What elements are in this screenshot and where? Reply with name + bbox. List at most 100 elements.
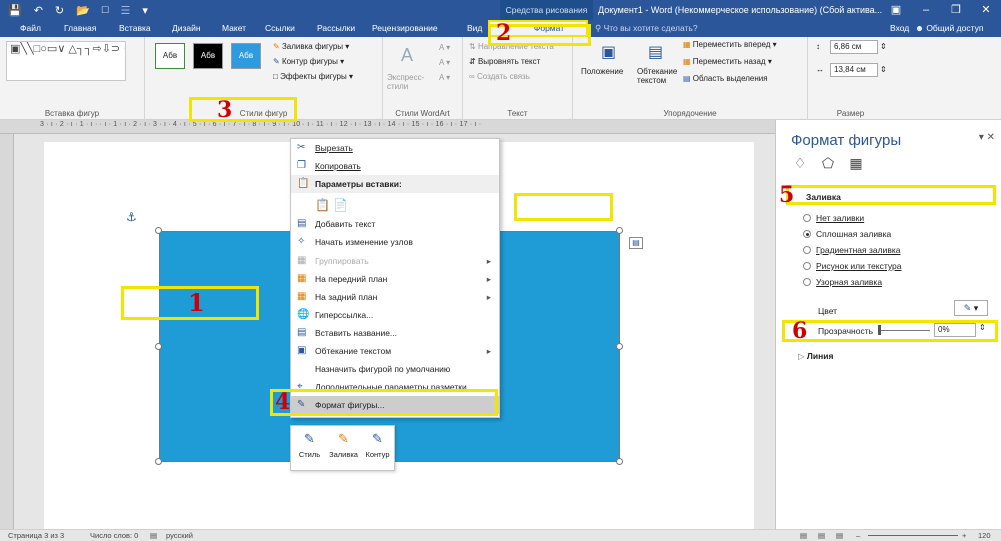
save-icon[interactable]: 💾 [8, 4, 22, 17]
line-section-header[interactable]: ▷ Линия [798, 351, 833, 362]
style-preset-3[interactable]: Абв [231, 43, 261, 69]
restore-icon[interactable]: ❐ [941, 0, 971, 20]
menu-item-hyperlink[interactable]: 🌐 Гиперссылка... [291, 306, 499, 324]
share-button[interactable]: ☻ Общий доступ [915, 20, 983, 37]
transparency-spinner-icon[interactable]: ⇕ [979, 323, 986, 332]
title-bar: 💾 ↶ ↻ 📂 □ ☰ ▾ Средства рисования Докумен… [0, 0, 1001, 20]
folder-icon[interactable]: 📂 [76, 4, 90, 17]
transparency-slider-thumb[interactable] [878, 325, 881, 335]
tell-me-search[interactable]: ⚲ Что вы хотите сделать? [595, 20, 698, 37]
paste-keep-format-icon[interactable]: 📋 [315, 196, 330, 214]
tab-file[interactable]: Файл [20, 20, 41, 37]
proofing-icon[interactable]: ▤ [150, 530, 157, 541]
resize-handle-bl[interactable] [155, 458, 162, 465]
zoom-slider[interactable] [868, 535, 958, 536]
transparency-input[interactable]: 0% [934, 323, 976, 337]
resize-handle-l[interactable] [155, 343, 162, 350]
fill-color-picker[interactable]: ✎ ▾ [954, 300, 988, 316]
mini-outline-button[interactable]: ✎ Контур [361, 428, 394, 459]
mini-style-button[interactable]: ✎ Стиль [293, 428, 326, 459]
send-backward-button[interactable]: ▦ Переместить назад ▾ [683, 57, 772, 66]
height-spinner-icon[interactable]: ⇕ [880, 42, 887, 51]
tab-review[interactable]: Рецензирование [372, 20, 438, 37]
send-backward-icon: ▦ [683, 57, 691, 66]
menu-item-insert-caption[interactable]: ▤ Вставить название... [291, 324, 499, 342]
menu-item-bring-front[interactable]: ▦ На передний план ▸ [291, 270, 499, 288]
wrap-text-button[interactable]: Обтекание текстом [637, 67, 679, 85]
selection-pane-icon: ▤ [683, 74, 691, 83]
menu-item-add-text[interactable]: ▤ Добавить текст [291, 215, 499, 233]
text-fill-icon[interactable]: A ▾ [439, 43, 450, 52]
tab-design[interactable]: Дизайн [172, 20, 201, 37]
position-button[interactable]: Положение [581, 67, 623, 76]
close-icon[interactable]: ✕ [971, 0, 1001, 20]
fill-section-header[interactable]: Заливка [806, 192, 841, 202]
selection-pane-button[interactable]: ▤ Область выделения [683, 74, 768, 83]
ribbon-options-icon[interactable]: ▣ [881, 0, 911, 20]
shape-effects-button[interactable]: □ Эффекты фигуры ▾ [273, 72, 353, 81]
height-input[interactable]: 6,86 см [830, 40, 878, 54]
resize-handle-r[interactable] [616, 343, 623, 350]
menu-item-wrap-text[interactable]: ▣ Обтекание текстом ▸ [291, 342, 499, 360]
print-layout-icon[interactable]: ▤ [818, 530, 825, 541]
radio-solid-fill[interactable]: Сплошная заливка [803, 229, 891, 239]
radio-no-fill[interactable]: Нет заливки [803, 213, 864, 223]
radio-picture-fill[interactable]: Рисунок или текстура [803, 261, 901, 271]
resize-handle-tr[interactable] [616, 227, 623, 234]
language[interactable]: русский [166, 530, 193, 541]
express-styles-button[interactable]: Экспресс-стили [387, 73, 431, 91]
width-input[interactable]: 13,84 см [830, 63, 878, 77]
menu-item-edit-points[interactable]: ✧ Начать изменение узлов [291, 233, 499, 251]
bring-forward-button[interactable]: ▦ Переместить вперед ▾ [683, 40, 777, 49]
read-mode-icon[interactable]: ▤ [800, 530, 807, 541]
style-preset-2[interactable]: Абв [193, 43, 223, 69]
tab-layout[interactable]: Макет [222, 20, 246, 37]
zoom-out-icon[interactable]: – [856, 530, 860, 541]
align-text-button[interactable]: ⇵ Выровнять текст [469, 57, 540, 66]
tab-mailings[interactable]: Рассылки [317, 20, 355, 37]
horizontal-ruler[interactable]: 3 · ı · 2 · ı · 1 · ı · · ı · 1 · ı · 2 … [0, 120, 775, 134]
shape-outline-button[interactable]: ✎ Контур фигуры ▾ [273, 57, 344, 66]
layout-icon[interactable]: ☰ [121, 4, 131, 17]
effects-tab-icon[interactable]: ⬠ [820, 155, 836, 172]
style-preset-1[interactable]: Абв [155, 43, 185, 69]
resize-handle-br[interactable] [616, 458, 623, 465]
new-doc-icon[interactable]: □ [102, 4, 109, 16]
menu-item-cut[interactable]: ✂ Вырезать [291, 139, 499, 157]
mini-fill-button[interactable]: ✎ Заливка [327, 428, 360, 459]
width-spinner-icon[interactable]: ⇕ [880, 65, 887, 74]
shape-fill-button[interactable]: ✎ Заливка фигуры ▾ [273, 42, 349, 51]
menu-item-set-default-shape[interactable]: Назначить фигурой по умолчанию [291, 360, 499, 378]
tab-references[interactable]: Ссылки [265, 20, 295, 37]
size-properties-tab-icon[interactable]: ▦ [848, 155, 864, 172]
menu-item-send-back[interactable]: ▦ На задний план ▸ [291, 288, 499, 306]
text-outline-icon[interactable]: A ▾ [439, 58, 450, 67]
zoom-in-icon[interactable]: + [962, 530, 966, 541]
customize-icon[interactable]: ▾ [142, 4, 148, 17]
text-effects-icon[interactable]: A ▾ [439, 73, 450, 82]
transparency-slider[interactable] [878, 330, 930, 331]
word-count[interactable]: Число слов: 0 [90, 530, 138, 541]
zoom-level[interactable]: 120 [978, 530, 991, 541]
radio-gradient-fill[interactable]: Градиентная заливка [803, 245, 900, 255]
sign-in-link[interactable]: Вход [890, 20, 909, 37]
shapes-gallery[interactable]: ▣╲╲□○▭∨ △┐┐⇨⇩⊃ ↯⌒⌒{}☆♀ [6, 41, 126, 81]
minimize-icon[interactable]: – [911, 0, 941, 20]
tab-insert[interactable]: Вставка [119, 20, 151, 37]
radio-pattern-fill[interactable]: Узорная заливка [803, 277, 882, 287]
submenu-arrow-icon: ▸ [486, 256, 491, 266]
pane-options-icon[interactable]: ▾ ✕ [979, 132, 995, 143]
undo-icon[interactable]: ↶ [34, 4, 43, 17]
fill-line-tab-icon[interactable]: ♢ [792, 155, 808, 172]
vertical-ruler[interactable] [0, 134, 14, 529]
tab-home[interactable]: Главная [64, 20, 96, 37]
layout-options-icon[interactable]: ▤ [629, 237, 643, 249]
web-layout-icon[interactable]: ▤ [836, 530, 843, 541]
menu-item-copy[interactable]: ❐ Копировать [291, 157, 499, 175]
resize-handle-tl[interactable] [155, 227, 162, 234]
tab-view[interactable]: Вид [467, 20, 482, 37]
paste-option-icon[interactable]: 📄 [333, 196, 348, 214]
create-link-button[interactable]: ∞ Создать связь [469, 72, 530, 81]
page-count[interactable]: Страница 3 из 3 [8, 530, 64, 541]
redo-icon[interactable]: ↻ [55, 4, 64, 17]
